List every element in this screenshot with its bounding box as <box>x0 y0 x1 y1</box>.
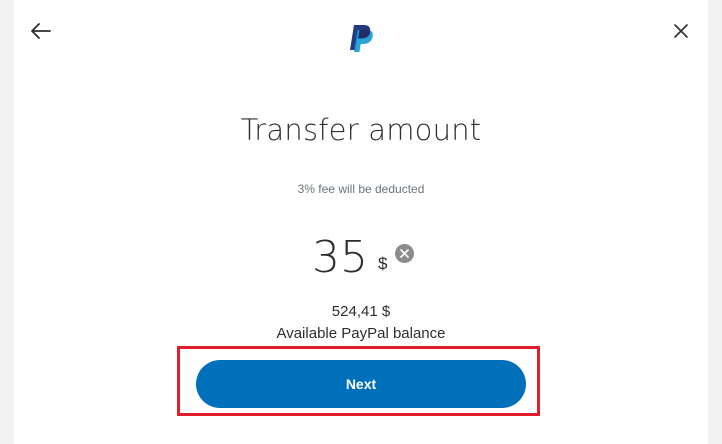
amount-currency: $ <box>378 254 388 273</box>
balance-label: Available PayPal balance <box>276 325 446 342</box>
balance-amount: 524,41 $ <box>331 303 391 320</box>
clear-amount-button[interactable] <box>395 244 415 263</box>
paypal-logo-icon <box>347 23 375 53</box>
transfer-card: Transfer amount 3% fee will be deducted … <box>14 0 708 444</box>
fee-note: 3% fee will be deducted <box>297 182 425 196</box>
app-window: Transfer amount 3% fee will be deducted … <box>0 0 722 444</box>
page-title: Transfer amount <box>240 113 482 147</box>
next-button[interactable]: Next <box>196 360 526 408</box>
close-icon <box>674 24 688 38</box>
arrow-left-icon <box>31 23 51 39</box>
clear-circle-icon <box>400 249 410 258</box>
close-button[interactable] <box>671 21 691 41</box>
amount-input[interactable]: 35 $ <box>312 232 415 288</box>
back-button[interactable] <box>28 18 54 44</box>
amount-value[interactable]: 35 <box>312 232 368 284</box>
